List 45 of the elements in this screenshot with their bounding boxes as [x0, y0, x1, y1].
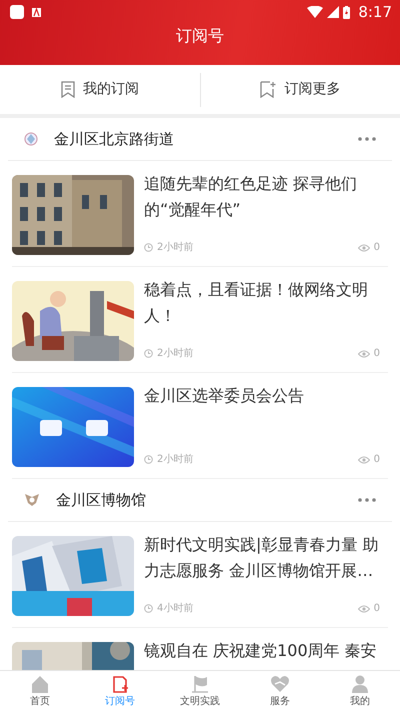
article-title[interactable]: 镜观自在 庆祝建党100周年 秦安 [144, 638, 388, 664]
article-time: 2小时前 [157, 346, 194, 361]
channel-name: 金川区博物馆 [56, 490, 146, 511]
battery-icon [343, 6, 350, 18]
heart-icon [270, 674, 290, 694]
home-icon [30, 674, 50, 694]
nav-tab[interactable]: 我的 [320, 671, 400, 711]
clock-icon [144, 349, 153, 358]
eye-icon [358, 244, 370, 252]
view-count: 0 [374, 453, 380, 467]
nav-tab[interactable]: 文明实践 [160, 671, 240, 711]
channel-logo-icon [24, 132, 38, 146]
notification-icon [10, 5, 24, 19]
view-count: 0 [374, 347, 380, 361]
eye-icon [358, 604, 370, 612]
flag-icon [190, 674, 210, 694]
signal-icon [327, 6, 340, 18]
status-time: 8:17 [358, 2, 392, 23]
wifi-icon [307, 6, 324, 18]
article-time: 2小时前 [157, 240, 194, 255]
article-title[interactable]: 新时代文明实践|彰显青春力量 助力志愿服务 金川区博物馆开展… [144, 532, 388, 584]
view-count: 0 [374, 241, 380, 255]
view-count: 0 [374, 602, 380, 616]
article-title[interactable]: 追随先辈的红色足迹 探寻他们的“觉醒年代” [144, 171, 388, 223]
article-title[interactable]: 金川区选举委员会公告 [144, 383, 388, 409]
eye-icon [358, 456, 370, 464]
clock-icon [144, 604, 153, 613]
profile-icon [350, 674, 370, 694]
page-title: 订阅号 [176, 26, 224, 45]
article-time: 4小时前 [157, 602, 194, 616]
clock-icon [144, 243, 153, 252]
eye-icon [358, 350, 370, 358]
article-time: 2小时前 [157, 452, 194, 467]
clock-icon [144, 455, 153, 464]
channel-name: 金川区北京路街道 [54, 128, 174, 150]
app-icon [32, 8, 41, 16]
article-title[interactable]: 稳着点，且看证据！做网络文明人！ [144, 277, 388, 329]
nav-tab[interactable]: 服务 [240, 671, 320, 711]
more-icon[interactable] [358, 498, 376, 502]
bookmark-add-icon [260, 81, 276, 98]
document-icon [110, 674, 130, 694]
channel-logo-icon [24, 493, 40, 507]
nav-tab[interactable]: 首页 [0, 671, 80, 711]
bookmark-icon [60, 81, 75, 98]
more-icon[interactable] [358, 137, 376, 141]
